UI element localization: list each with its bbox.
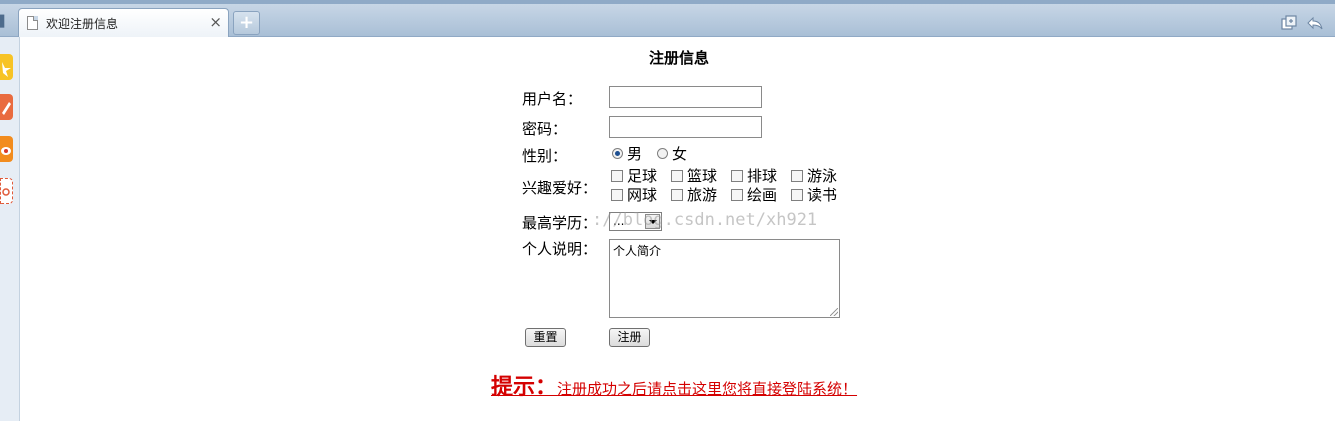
hobby-swimming-label: 游泳 [807,167,838,185]
bio-textarea[interactable]: 个人简介 [609,239,840,318]
tab-scroll-left-icon[interactable]: ▌ [0,14,8,30]
hobby-tennis-checkbox[interactable] [611,189,623,201]
reset-button[interactable]: 重置 [525,328,566,347]
hint-text: 注册成功之后请点击这里您将直接登陆系统！ [557,380,858,398]
login-hint-link[interactable]: 提示：注册成功之后请点击这里您将直接登陆系统！ [491,369,857,401]
tab-title: 欢迎注册信息 [46,17,119,31]
new-tab-button[interactable]: + [233,11,260,35]
hobby-reading-label: 读书 [807,186,838,204]
restore-window-icon[interactable] [1280,14,1298,32]
hint-prefix: 提示： [491,375,558,400]
page-title: 注册信息 [649,49,710,67]
page-icon [27,16,38,30]
hobby-swimming-checkbox[interactable] [791,170,803,182]
hobby-football-checkbox[interactable] [611,170,623,182]
hobby-basketball-label: 篮球 [687,167,718,185]
hobby-tennis-label: 网球 [627,186,658,204]
favorite-star-icon[interactable] [0,54,13,80]
education-label: 最高学历： [522,214,598,232]
resize-grip-icon[interactable] [830,308,838,316]
hobby-travel-label: 旅游 [687,186,718,204]
gender-female-radio[interactable] [657,148,668,159]
hobby-painting-label: 绘画 [747,186,778,204]
gender-male-label: 男 [627,145,643,163]
education-select[interactable]: ... [609,212,662,231]
username-input[interactable] [609,86,762,108]
hobby-volleyball-label: 排球 [747,167,778,185]
chevron-down-icon[interactable] [645,214,660,229]
gender-label: 性别： [522,147,568,165]
hobby-painting-checkbox[interactable] [731,189,743,201]
password-label: 密码： [522,120,568,138]
hobby-label: 兴趣爱好： [522,179,598,197]
username-label: 用户名： [522,90,583,108]
sidebar [0,37,20,421]
education-selected-value: ... [613,214,625,228]
hobby-volleyball-checkbox[interactable] [731,170,743,182]
edit-icon[interactable] [0,94,13,120]
weibo-icon[interactable] [0,136,13,162]
submit-button[interactable]: 注册 [609,328,650,347]
bio-label: 个人说明： [522,240,598,258]
password-input[interactable] [609,116,762,138]
gender-female-label: 女 [672,145,688,163]
undo-icon[interactable] [1306,14,1324,32]
hobby-basketball-checkbox[interactable] [671,170,683,182]
tab-register[interactable]: 欢迎注册信息 × [18,8,229,37]
bio-value: 个人简介 [613,244,662,258]
hobby-football-label: 足球 [627,167,658,185]
tab-bar: ▌ 欢迎注册信息 × + [0,0,1335,37]
close-icon[interactable]: × [209,14,222,30]
hobby-reading-checkbox[interactable] [791,189,803,201]
hobby-travel-checkbox[interactable] [671,189,683,201]
screenshot-icon[interactable] [0,178,13,204]
gender-male-radio[interactable] [612,148,623,159]
